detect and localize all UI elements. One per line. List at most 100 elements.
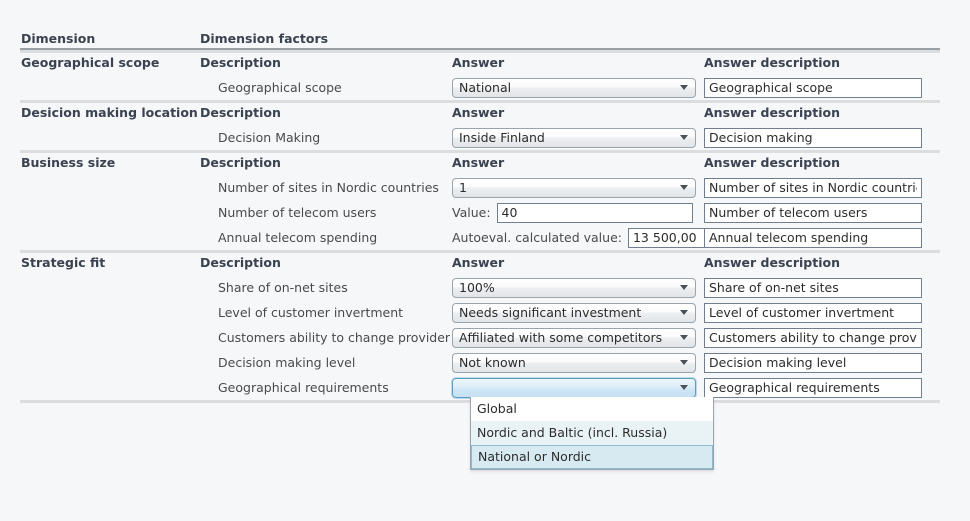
group-header-row: Strategic fit Description Answer Answer …	[0, 250, 970, 275]
factor-row: Decision making level Not known	[0, 350, 970, 375]
col-label-description: Description	[200, 255, 281, 270]
factor-row: Annual telecom spending Autoeval. calcul…	[0, 225, 970, 250]
group-header-row: Geographical scope Description Answer An…	[0, 50, 970, 75]
group-header-row: Desicion making location Description Ans…	[0, 100, 970, 125]
answer-select-value: Affiliated with some competitors	[459, 330, 663, 345]
answer-select[interactable]: Not known	[452, 352, 696, 373]
dimension-group-strategic-fit: Strategic fit Description Answer Answer …	[0, 250, 970, 400]
col-label-answer: Answer	[452, 255, 505, 270]
answer-description-cell	[704, 352, 970, 373]
chevron-down-icon	[673, 85, 695, 90]
answer-description-cell	[704, 77, 970, 98]
assessment-form: Dimension Dimension factors Geographical…	[0, 0, 970, 521]
factor-label: Number of sites in Nordic countries	[218, 180, 439, 195]
col-label-description: Description	[200, 105, 281, 120]
answer-select[interactable]: Needs significant investment	[452, 302, 696, 323]
telecom-users-input[interactable]	[496, 202, 693, 223]
dimension-name: Geographical scope	[21, 55, 160, 70]
dropdown-option-nordic-and-baltic[interactable]: Nordic and Baltic (incl. Russia)	[471, 421, 713, 445]
geographical-requirements-dropdown-list[interactable]: Global Nordic and Baltic (incl. Russia) …	[470, 397, 714, 470]
answer-select-value: National	[459, 80, 512, 95]
factor-label: Decision Making	[218, 130, 321, 145]
answer-select-value: Not known	[459, 355, 526, 370]
factor-row: Decision Making Inside Finland	[0, 125, 970, 150]
answer-description-input[interactable]	[704, 352, 922, 373]
factor-label: Level of customer invertment	[218, 305, 404, 320]
answer-description-input[interactable]	[704, 77, 922, 98]
col-label-answer: Answer	[452, 55, 505, 70]
column-header-dimension-factors: Dimension factors	[200, 30, 329, 46]
answer-description-input[interactable]	[704, 177, 922, 198]
answer-select[interactable]: National	[452, 77, 696, 98]
answer-description-input[interactable]	[704, 377, 922, 398]
column-header-dimension: Dimension	[21, 30, 96, 46]
answer-description-cell	[704, 202, 970, 223]
chevron-down-icon	[673, 310, 695, 315]
col-label-answer-description: Answer description	[704, 105, 840, 120]
answer-select[interactable]: Inside Finland	[452, 127, 696, 148]
answer-description-cell	[704, 177, 970, 198]
dimension-group-decision-making-location: Desicion making location Description Ans…	[0, 100, 970, 150]
answer-description-cell	[704, 227, 970, 248]
chevron-down-icon	[673, 135, 695, 140]
answer-select[interactable]: 100%	[452, 277, 696, 298]
calculated-value-input[interactable]	[627, 227, 714, 248]
answer-cell: Value:	[452, 202, 704, 223]
answer-select[interactable]: Affiliated with some competitors	[452, 327, 696, 348]
answer-description-input[interactable]	[704, 227, 922, 248]
dropdown-option-global[interactable]: Global	[471, 397, 713, 421]
dimension-name: Strategic fit	[21, 255, 106, 270]
dropdown-option-national-or-nordic[interactable]: National or Nordic	[471, 445, 713, 469]
answer-description-cell	[704, 327, 970, 348]
col-label-answer-description: Answer description	[704, 155, 840, 170]
geographical-requirements-select[interactable]	[452, 377, 696, 398]
answer-select-value: 1	[459, 180, 467, 195]
answer-cell: 100%	[452, 277, 704, 298]
answer-cell: Affiliated with some competitors	[452, 327, 704, 348]
col-label-answer: Answer	[452, 105, 505, 120]
factor-label: Geographical scope	[218, 80, 342, 95]
factor-label: Geographical requirements	[218, 380, 389, 395]
factor-row: Number of sites in Nordic countries 1	[0, 175, 970, 200]
dimension-name: Business size	[21, 155, 116, 170]
answer-cell: National	[452, 77, 704, 98]
answer-description-input[interactable]	[704, 327, 922, 348]
factor-label: Decision making level	[218, 355, 356, 370]
chevron-down-icon	[673, 285, 695, 290]
chevron-down-icon	[673, 385, 695, 390]
answer-description-input[interactable]	[704, 302, 922, 323]
answer-description-input[interactable]	[704, 202, 922, 223]
col-label-answer-description: Answer description	[704, 255, 840, 270]
answer-cell	[452, 377, 704, 398]
factor-row: Number of telecom users Value:	[0, 200, 970, 225]
answer-select-value: Inside Finland	[459, 130, 545, 145]
factor-row: Share of on-net sites 100%	[0, 275, 970, 300]
answer-description-cell	[704, 277, 970, 298]
factor-label: Customers ability to change provider	[218, 330, 451, 345]
answer-select-value: 100%	[459, 280, 495, 295]
answer-description-cell	[704, 377, 970, 398]
factor-label: Number of telecom users	[218, 205, 377, 220]
factor-label: Annual telecom spending	[218, 230, 378, 245]
col-label-description: Description	[200, 155, 281, 170]
answer-description-input[interactable]	[704, 277, 922, 298]
group-header-row: Business size Description Answer Answer …	[0, 150, 970, 175]
factor-row: Customers ability to change provider Aff…	[0, 325, 970, 350]
col-label-answer-description: Answer description	[704, 55, 840, 70]
answer-description-cell	[704, 302, 970, 323]
answer-cell: Inside Finland	[452, 127, 704, 148]
answer-cell: 1	[452, 177, 704, 198]
answer-select-value: Needs significant investment	[459, 305, 642, 320]
col-label-answer: Answer	[452, 155, 505, 170]
col-label-description: Description	[200, 55, 281, 70]
chevron-down-icon	[673, 335, 695, 340]
dimension-group-geographical-scope: Geographical scope Description Answer An…	[0, 50, 970, 100]
answer-cell: Needs significant investment	[452, 302, 704, 323]
chevron-down-icon	[673, 185, 695, 190]
dimension-name: Desicion making location	[21, 105, 198, 120]
answer-description-input[interactable]	[704, 127, 922, 148]
factor-row: Level of customer invertment Needs signi…	[0, 300, 970, 325]
answer-description-cell	[704, 127, 970, 148]
value-label: Value:	[452, 205, 491, 220]
answer-select[interactable]: 1	[452, 177, 696, 198]
